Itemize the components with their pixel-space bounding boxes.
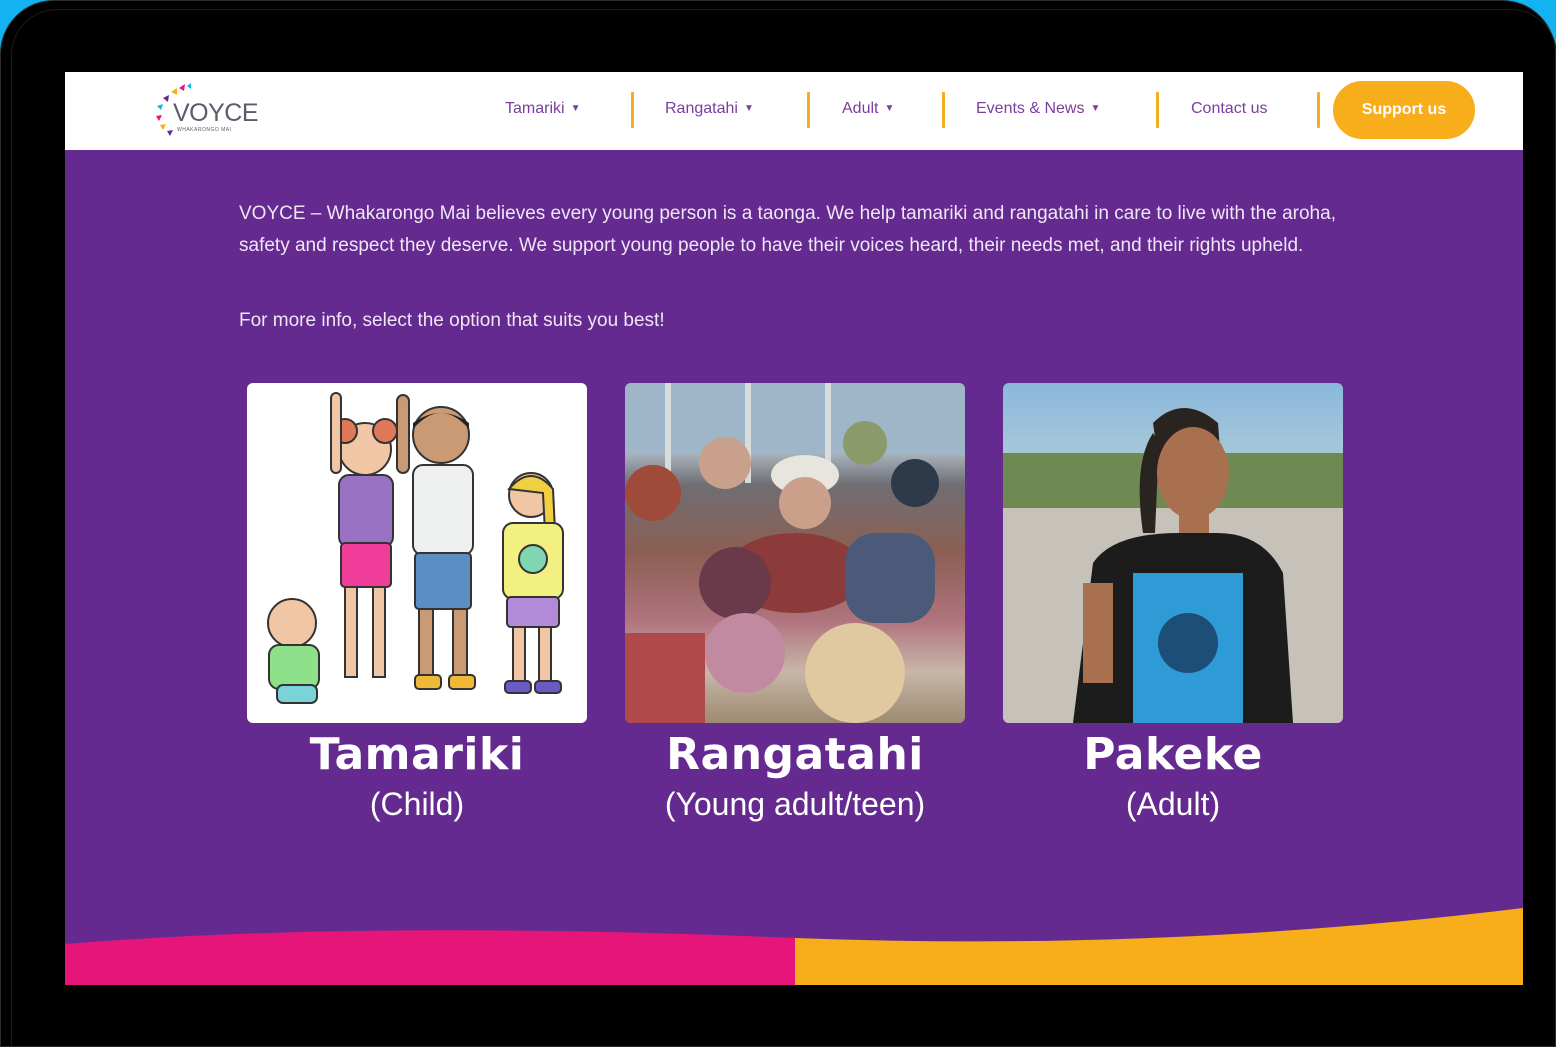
group-photo-icon [625, 383, 965, 723]
decorative-waves [65, 908, 1523, 985]
nav-events-news[interactable]: Events & News ▼ [976, 100, 1100, 118]
card-tamariki[interactable]: Tamariki (Child) [247, 383, 587, 823]
tamariki-illustration[interactable] [247, 383, 587, 723]
nav-adult[interactable]: Adult ▼ [842, 100, 894, 118]
website-screen: VOYCE WHAKARONGO MAI Tamariki ▼ Rangatahi… [65, 72, 1523, 985]
main-nav: Tamariki ▼ Rangatahi ▼ Adult ▼ Events & New… [65, 72, 1523, 150]
nav-divider [1156, 92, 1159, 128]
nav-divider [1317, 92, 1320, 128]
children-illustration-icon [267, 392, 564, 704]
adult-photo-icon [1003, 408, 1343, 723]
laptop-frame: VOYCE WHAKARONGO MAI Tamariki ▼ Rangatahi… [0, 0, 1556, 1047]
chevron-down-icon: ▼ [743, 103, 754, 114]
nav-rangatahi-label: Rangatahi [665, 100, 738, 117]
card-tamariki-title: Tamariki [309, 729, 525, 780]
card-rangatahi[interactable]: Rangatahi (Young adult/teen) [625, 383, 965, 823]
nav-contact-us[interactable]: Contact us [1191, 100, 1267, 118]
card-tamariki-subtitle: (Child) [369, 786, 465, 822]
card-pakeke-subtitle: (Adult) [1125, 786, 1221, 822]
nav-rangatahi[interactable]: Rangatahi ▼ [665, 100, 754, 118]
nav-tamariki[interactable]: Tamariki ▼ [505, 100, 580, 118]
nav-contact-us-label: Contact us [1191, 100, 1268, 117]
site-header: VOYCE WHAKARONGO MAI Tamariki ▼ Rangatahi… [65, 72, 1523, 150]
intro-prompt: For more info, select the option that su… [239, 310, 665, 331]
intro-paragraph: VOYCE – Whakarongo Mai believes every yo… [239, 203, 1336, 256]
rangatahi-photo[interactable] [625, 383, 965, 723]
support-us-button[interactable]: Support us [1333, 81, 1475, 139]
chevron-down-icon: ▼ [1090, 103, 1101, 114]
nav-divider [807, 92, 810, 128]
card-rangatahi-title: Rangatahi [666, 729, 924, 780]
card-pakeke[interactable]: Pakeke (Adult) [1003, 383, 1343, 823]
nav-events-news-label: Events & News [976, 100, 1085, 117]
nav-divider [631, 92, 634, 128]
nav-tamariki-label: Tamariki [505, 100, 565, 117]
chevron-down-icon: ▼ [570, 103, 581, 114]
card-rangatahi-subtitle: (Young adult/teen) [664, 786, 926, 822]
chevron-down-icon: ▼ [884, 103, 895, 114]
nav-divider [942, 92, 945, 128]
pakeke-photo[interactable] [1003, 383, 1343, 723]
nav-adult-label: Adult [842, 100, 879, 117]
card-pakeke-title: Pakeke [1083, 729, 1263, 780]
